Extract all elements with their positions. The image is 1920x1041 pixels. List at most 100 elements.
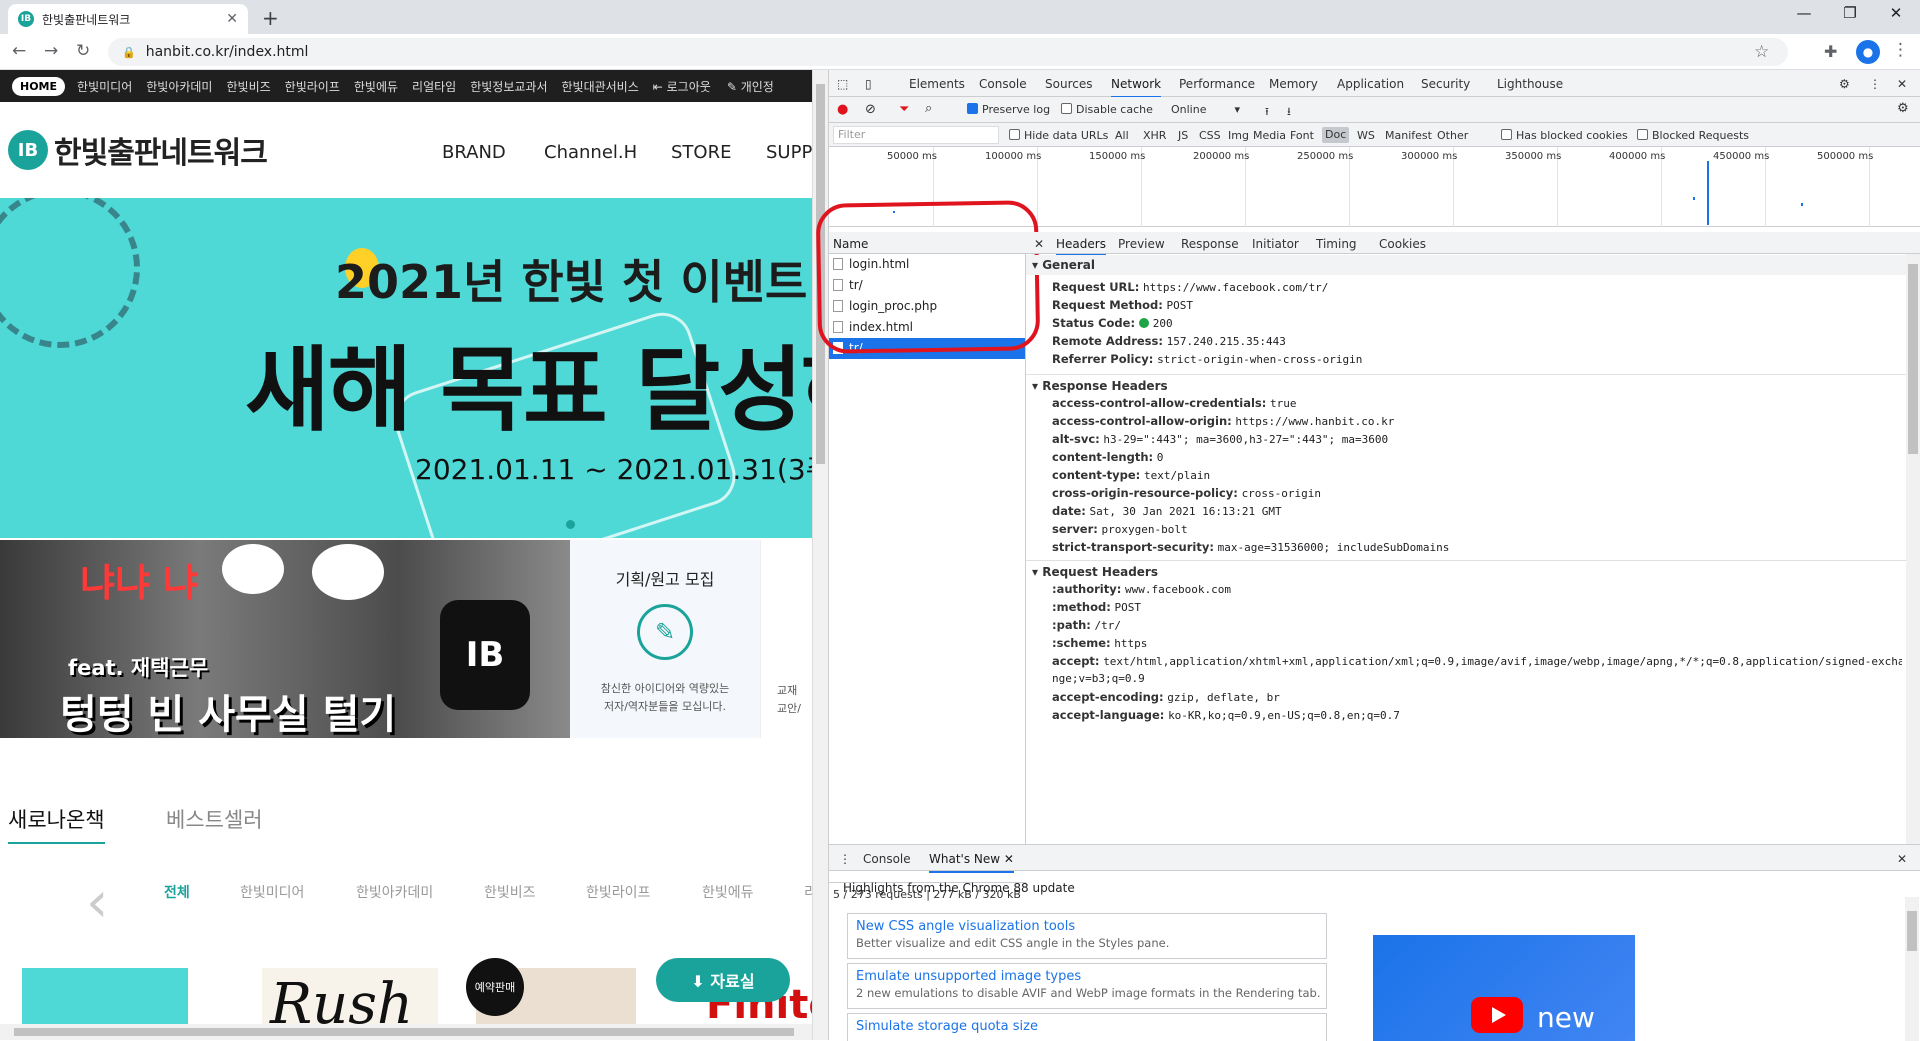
filter-icon[interactable]: ⏷ <box>899 102 909 117</box>
hide-data-urls-checkbox[interactable]: Hide data URLs <box>1009 129 1108 142</box>
tab-security[interactable]: Security <box>1421 77 1470 91</box>
profile-avatar[interactable]: ● <box>1856 40 1880 64</box>
drawer-tab-whats-new[interactable]: What's New ✕ <box>929 852 1014 873</box>
category-item[interactable]: 한빛에듀 <box>702 882 754 902</box>
import-har-icon[interactable]: ⭱ <box>1265 103 1269 122</box>
filter-type-other[interactable]: Other <box>1437 129 1468 142</box>
scrollbar-thumb[interactable] <box>14 1028 794 1036</box>
tab-initiator[interactable]: Initiator <box>1252 237 1299 251</box>
reload-icon[interactable]: ↻ <box>76 41 90 61</box>
site-logo[interactable]: IB 한빛출판네트워크 <box>8 128 268 172</box>
back-icon[interactable]: ← <box>12 41 26 61</box>
forward-icon[interactable]: → <box>44 41 58 61</box>
whats-new-card[interactable]: Emulate unsupported image types 2 new em… <box>847 963 1327 1009</box>
topnav-link[interactable]: 한빛정보교과서 <box>470 78 547 95</box>
tab-headers[interactable]: Headers <box>1056 237 1106 256</box>
scrollbar-thumb[interactable] <box>1907 911 1917 951</box>
search-icon[interactable]: ⌕ <box>925 101 932 116</box>
card-title[interactable]: Emulate unsupported image types <box>856 969 1318 984</box>
devtools-menu-icon[interactable]: ⋮ <box>1869 77 1881 91</box>
gnb-support[interactable]: SUPP <box>766 142 812 163</box>
export-har-icon[interactable]: ⭳ <box>1287 103 1291 122</box>
extensions-icon[interactable]: ✚ <box>1824 42 1837 61</box>
gnb-brand[interactable]: BRAND <box>442 142 506 163</box>
request-headers-section[interactable]: ▾ Request Headers <box>1026 562 1906 582</box>
carousel-dot[interactable] <box>566 520 575 529</box>
drawer-menu-icon[interactable]: ⋮ <box>839 852 851 866</box>
general-section-header[interactable]: ▾ General <box>1026 255 1906 275</box>
restore-icon[interactable]: ❐ <box>1830 4 1870 22</box>
checkbox-unchecked[interactable] <box>1501 129 1512 140</box>
filter-type-font[interactable]: Font <box>1290 129 1314 142</box>
filter-input[interactable]: Filter <box>833 126 999 144</box>
details-scrollbar[interactable] <box>1906 254 1920 844</box>
whats-new-video-thumbnail[interactable]: new <box>1373 935 1635 1041</box>
new-tab-icon[interactable]: + <box>262 6 279 30</box>
tab-cookies[interactable]: Cookies <box>1379 237 1426 251</box>
inspect-element-icon[interactable]: ⬚ <box>837 77 848 91</box>
drawer-scrollbar[interactable] <box>1905 897 1919 1041</box>
card-title[interactable]: Simulate storage quota size <box>856 1019 1318 1034</box>
browser-menu-icon[interactable]: ⋮ <box>1892 40 1909 60</box>
tab-bestsellers[interactable]: 베스트셀러 <box>166 804 263 834</box>
checkbox-unchecked[interactable] <box>1061 103 1072 114</box>
tab-lighthouse[interactable]: Lighthouse <box>1497 77 1563 91</box>
clear-icon[interactable]: ⊘ <box>865 102 876 117</box>
filter-type-img[interactable]: Img <box>1228 129 1249 142</box>
tab-response[interactable]: Response <box>1181 237 1239 251</box>
topnav-link[interactable]: 한빛에듀 <box>354 78 398 95</box>
throttle-select[interactable]: Online ▾ <box>1171 103 1240 116</box>
blocked-requests-checkbox[interactable]: Blocked Requests <box>1637 129 1749 142</box>
tab-performance[interactable]: Performance <box>1179 77 1255 91</box>
chevron-left-icon[interactable]: ‹ <box>86 870 108 935</box>
privacy-link[interactable]: ✎ 개인정 <box>727 78 774 95</box>
page-horizontal-scrollbar[interactable] <box>0 1024 812 1040</box>
topnav-link[interactable]: 한빛대관서비스 <box>561 78 638 95</box>
drawer-tab-console[interactable]: Console <box>863 852 911 866</box>
tab-console[interactable]: Console <box>979 77 1027 91</box>
topnav-link[interactable]: 한빛아카데미 <box>146 78 212 95</box>
filter-type-css[interactable]: CSS <box>1199 129 1221 142</box>
lock-icon[interactable]: 🔒 <box>122 46 136 59</box>
youtube-play-icon[interactable] <box>1471 997 1523 1033</box>
close-details-icon[interactable]: ✕ <box>1034 237 1044 251</box>
response-headers-section[interactable]: ▾ Response Headers <box>1026 376 1906 396</box>
tab-sources[interactable]: Sources <box>1045 77 1092 91</box>
filter-type-xhr[interactable]: XHR <box>1143 129 1166 142</box>
topnav-link[interactable]: 한빛라이프 <box>285 78 340 95</box>
topnav-link[interactable]: 한빛비즈 <box>226 78 270 95</box>
download-button[interactable]: ⬇ 자료실 <box>656 958 790 1002</box>
tab-timing[interactable]: Timing <box>1316 237 1357 251</box>
gear-icon[interactable]: ⚙ <box>1839 77 1850 91</box>
scrollbar-thumb[interactable] <box>1908 264 1918 454</box>
preserve-log-checkbox[interactable]: Preserve log <box>967 103 1050 116</box>
blocked-cookies-checkbox[interactable]: Has blocked cookies <box>1501 129 1628 142</box>
close-window-icon[interactable]: ✕ <box>1876 4 1916 22</box>
tab-preview[interactable]: Preview <box>1118 237 1165 251</box>
checkbox-checked[interactable] <box>967 103 978 114</box>
hero-banner[interactable]: 2021년 한빛 첫 이벤트 새해 목표 달성하 2021.01.11 ~ 20… <box>0 198 812 538</box>
category-all[interactable]: 전체 <box>164 882 190 902</box>
tab-memory[interactable]: Memory <box>1269 77 1318 91</box>
category-item[interactable]: 한빛미디어 <box>240 882 304 902</box>
category-item[interactable]: 리 <box>804 882 812 902</box>
filter-type-all[interactable]: All <box>1115 129 1129 142</box>
card-title[interactable]: New CSS angle visualization tools <box>856 919 1318 934</box>
filter-type-media[interactable]: Media <box>1253 129 1286 142</box>
close-tab-icon[interactable]: ✕ <box>226 11 238 27</box>
minimize-icon[interactable]: — <box>1784 4 1824 22</box>
checkbox-unchecked[interactable] <box>1009 129 1020 140</box>
category-item[interactable]: 한빛아카데미 <box>356 882 433 902</box>
textbook-card[interactable]: 교재 교안/ <box>760 540 812 738</box>
close-tab-icon[interactable]: ✕ <box>1004 852 1014 866</box>
disable-cache-checkbox[interactable]: Disable cache <box>1061 103 1153 116</box>
home-link[interactable]: HOME <box>12 76 66 96</box>
device-toolbar-icon[interactable]: ▯ <box>865 77 872 91</box>
record-icon[interactable]: ● <box>837 102 848 117</box>
filter-type-manifest[interactable]: Manifest <box>1385 129 1432 142</box>
tab-new-books[interactable]: 새로나온책 <box>8 804 105 844</box>
gnb-channel[interactable]: Channel.H <box>544 142 637 163</box>
address-bar[interactable]: 🔒 hanbit.co.kr/index.html <box>108 38 1788 66</box>
filter-type-ws[interactable]: WS <box>1357 129 1375 142</box>
topnav-link[interactable]: 리얼타임 <box>412 78 456 95</box>
